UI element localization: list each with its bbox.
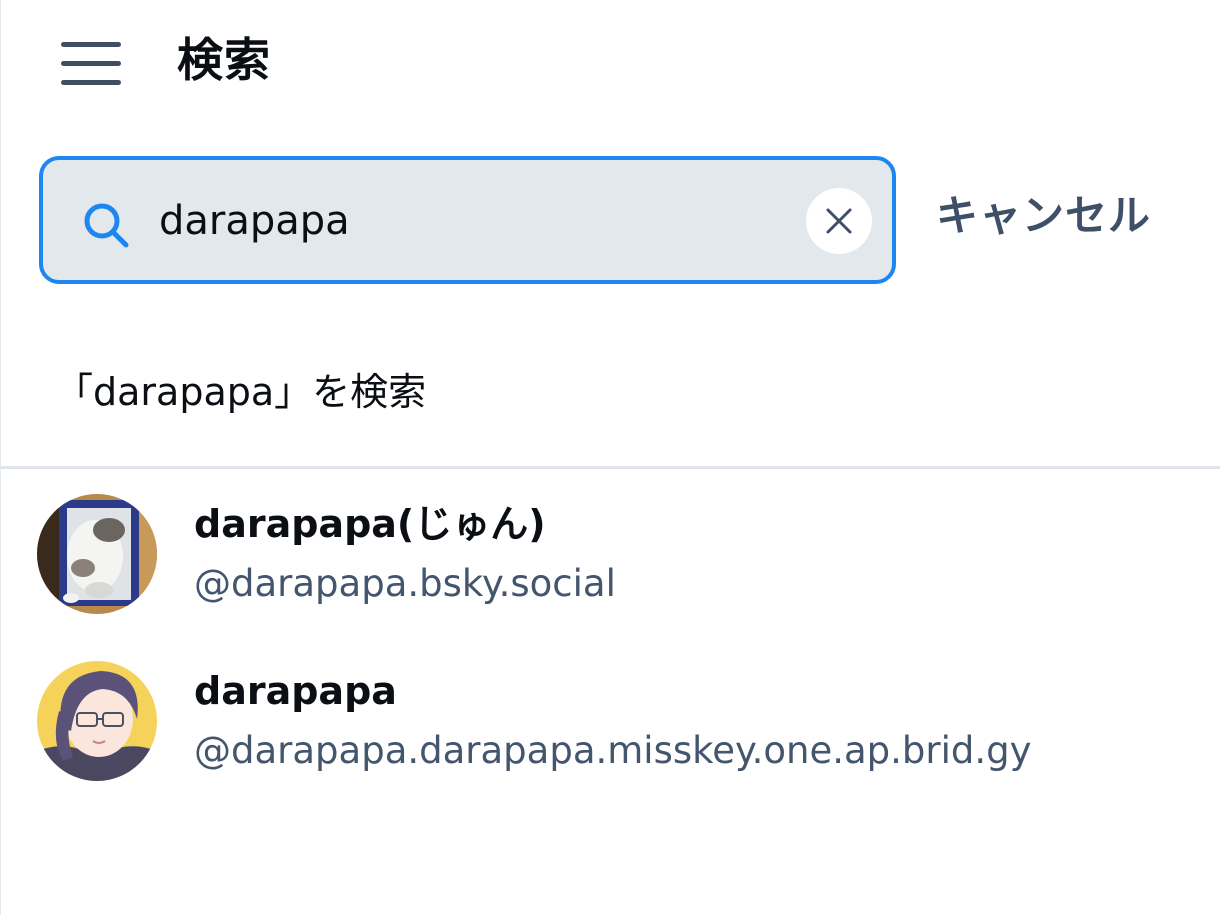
search-box[interactable] xyxy=(39,156,896,284)
user-handle: @darapapa.bsky.social xyxy=(194,562,616,605)
divider xyxy=(1,466,1220,469)
search-input[interactable] xyxy=(159,186,799,256)
search-icon xyxy=(84,203,129,248)
result-row[interactable]: darapapa(じゅん) @darapapa.bsky.social xyxy=(1,480,1220,630)
anime-glasses-avatar[interactable] xyxy=(37,661,157,781)
clear-search-button[interactable] xyxy=(806,188,872,254)
result-row[interactable]: darapapa @darapapa.darapapa.misskey.one.… xyxy=(1,647,1220,797)
search-suggestion[interactable]: 「darapapa」を検索 xyxy=(55,362,426,422)
page-title: 検索 xyxy=(177,33,271,87)
avatar-image xyxy=(37,494,157,614)
cat-in-box-avatar[interactable] xyxy=(37,494,157,614)
header: 検索 xyxy=(1,0,1220,125)
hamburger-menu-icon[interactable] xyxy=(61,42,121,86)
clear-x-icon xyxy=(826,208,852,234)
search-screen: 検索 キャンセル 「darapapa」を検索 xyxy=(0,0,1220,915)
menu-bar xyxy=(61,42,121,47)
avatar-image xyxy=(37,661,157,781)
menu-bar xyxy=(61,61,121,66)
display-name: darapapa(じゅん) xyxy=(194,502,546,546)
cancel-button[interactable]: キャンセル xyxy=(936,186,1151,246)
user-handle: @darapapa.darapapa.misskey.one.ap.brid.g… xyxy=(194,729,1032,772)
display-name: darapapa xyxy=(194,669,397,713)
menu-bar xyxy=(61,80,121,85)
